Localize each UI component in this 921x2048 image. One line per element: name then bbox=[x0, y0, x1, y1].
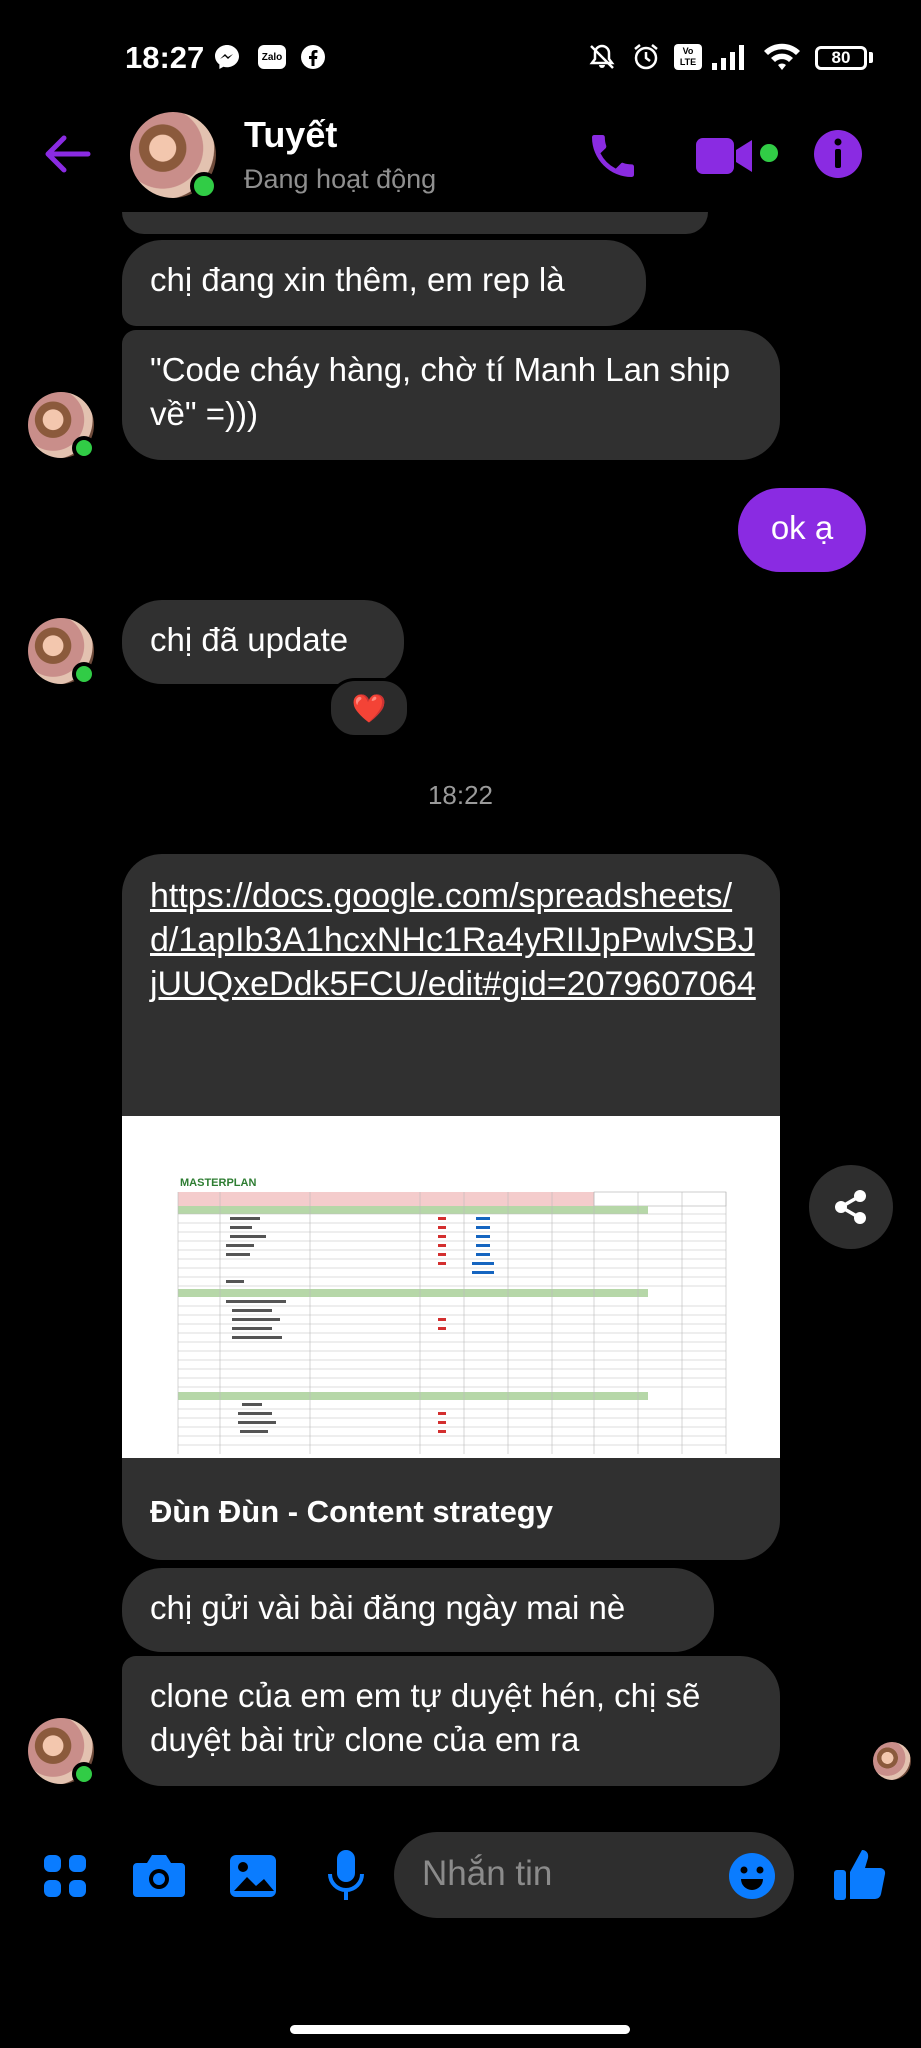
online-indicator bbox=[72, 1762, 96, 1786]
message-bubble-incoming[interactable]: "Code cháy hàng, chờ tí Manh Lan ship về… bbox=[122, 330, 780, 460]
battery-icon: 80 bbox=[815, 46, 867, 70]
video-call-button[interactable] bbox=[694, 134, 756, 178]
alarm-icon bbox=[631, 42, 661, 72]
gallery-button[interactable] bbox=[228, 1851, 278, 1901]
heart-reaction[interactable]: ❤️ bbox=[328, 678, 410, 738]
info-button[interactable] bbox=[812, 128, 864, 180]
spreadsheet-preview-image[interactable]: MASTERPLAN bbox=[122, 1116, 780, 1458]
emoji-icon bbox=[729, 1853, 775, 1899]
message-bubble-incoming[interactable]: chị đang xin thêm, em rep là bbox=[122, 240, 646, 326]
video-active-dot bbox=[760, 144, 778, 162]
volte-icon: Vo LTE bbox=[673, 42, 703, 72]
video-camera-icon bbox=[696, 138, 752, 174]
message-bubble-incoming[interactable]: chị gửi vài bài đăng ngày mai nè bbox=[122, 1568, 714, 1652]
audio-call-button[interactable] bbox=[585, 128, 641, 184]
battery-tip bbox=[869, 52, 873, 63]
like-button[interactable] bbox=[832, 1846, 888, 1904]
microphone-button[interactable] bbox=[326, 1848, 366, 1904]
facebook-icon bbox=[298, 42, 328, 72]
contact-name[interactable]: Tuyết bbox=[244, 114, 337, 156]
zalo-icon: Zalo bbox=[256, 42, 288, 72]
apps-icon bbox=[44, 1855, 86, 1897]
thumbs-up-icon bbox=[834, 1850, 886, 1900]
link-preview-card[interactable]: https://docs.google.com/spreadsheets/d/1… bbox=[122, 854, 780, 1560]
previous-message-bubble bbox=[122, 212, 708, 234]
status-time: 18:27 bbox=[125, 40, 205, 75]
message-input-placeholder: Nhắn tin bbox=[422, 1854, 553, 1893]
message-bubble-incoming[interactable]: clone của em em tự duyệt hén, chị sẽ duy… bbox=[122, 1656, 780, 1786]
back-button[interactable] bbox=[40, 128, 92, 180]
share-button[interactable] bbox=[809, 1165, 893, 1249]
share-icon bbox=[835, 1190, 866, 1224]
phone-icon bbox=[592, 135, 634, 177]
message-bubble-outgoing[interactable]: ok ạ bbox=[738, 488, 866, 572]
message-bubble-incoming[interactable]: chị đã update bbox=[122, 600, 404, 684]
camera-icon bbox=[133, 1855, 185, 1897]
wifi-icon bbox=[762, 42, 802, 72]
heart-icon: ❤️ bbox=[351, 692, 387, 724]
home-indicator[interactable] bbox=[290, 2025, 630, 2034]
signal-icon bbox=[710, 42, 750, 72]
online-indicator bbox=[190, 172, 218, 200]
camera-button[interactable] bbox=[131, 1851, 187, 1901]
online-indicator bbox=[72, 662, 96, 686]
microphone-icon bbox=[328, 1850, 364, 1900]
gallery-icon bbox=[230, 1855, 276, 1897]
mute-icon bbox=[587, 42, 617, 72]
read-receipt-avatar bbox=[873, 1742, 911, 1780]
info-icon bbox=[814, 130, 862, 178]
message-input[interactable]: Nhắn tin bbox=[394, 1832, 794, 1918]
apps-button[interactable] bbox=[42, 1853, 88, 1899]
link-title[interactable]: Đùn Đùn - Content strategy bbox=[150, 1494, 553, 1530]
preview-heading: MASTERPLAN bbox=[180, 1177, 256, 1189]
emoji-button[interactable] bbox=[728, 1852, 776, 1900]
shared-link[interactable]: https://docs.google.com/spreadsheets/d/1… bbox=[150, 874, 760, 1006]
messenger-icon bbox=[212, 42, 242, 72]
back-arrow-icon bbox=[45, 135, 91, 173]
online-indicator bbox=[72, 436, 96, 460]
message-timestamp: 18:22 bbox=[427, 780, 494, 810]
contact-status: Đang hoạt động bbox=[244, 164, 437, 194]
